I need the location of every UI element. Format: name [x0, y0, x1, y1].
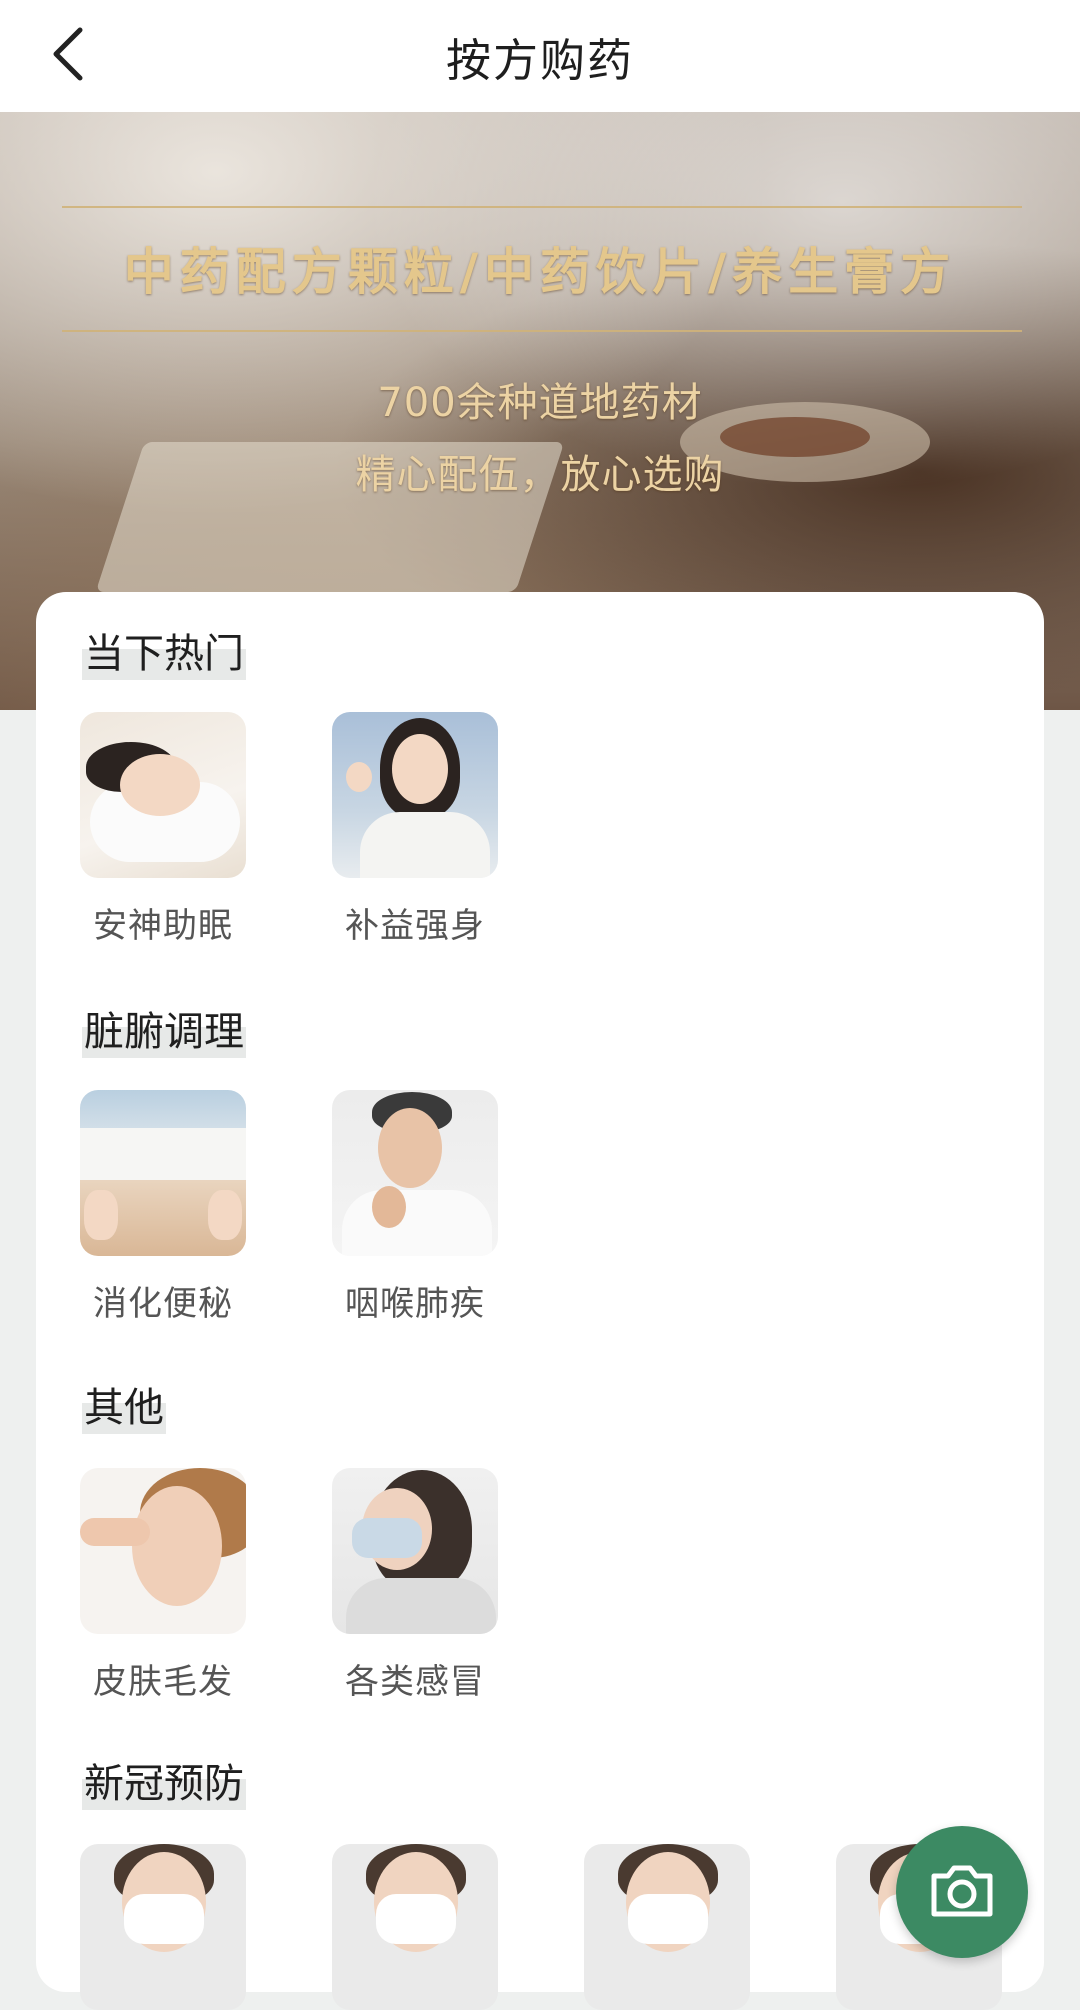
top-bar: 按方购药 [0, 0, 1080, 112]
section-title-organs: 脏腑调理 [82, 1006, 246, 1058]
item-label: 皮肤毛发 [93, 1662, 233, 1702]
page-title: 按方购药 [445, 34, 634, 87]
item-label: 咽喉肺疾 [345, 1284, 485, 1324]
cold-thumbnail [332, 1468, 498, 1634]
item-label: 安神助眠 [93, 906, 233, 946]
category-card: 当下热门 安神助眠 补益强身 脏腑调理 消化便秘 咽喉肺疾 其他 皮肤毛发 各类… [36, 592, 1044, 2010]
camera-icon [931, 1865, 993, 1917]
banner-divider-bottom [62, 330, 1022, 332]
skin-hair-thumbnail [80, 1468, 246, 1634]
category-item-cold[interactable]: 各类感冒 [330, 1468, 500, 1703]
category-item-tonic[interactable]: 补益强身 [330, 712, 500, 947]
category-item-covid-1[interactable] [78, 1844, 248, 2010]
category-item-digestion[interactable]: 消化便秘 [78, 1090, 248, 1325]
section-title-other: 其他 [82, 1382, 166, 1434]
category-item-covid-3[interactable] [582, 1844, 752, 2010]
sleep-thumbnail [80, 712, 246, 878]
banner-line-2: 精心配伍，放心选购 [355, 452, 725, 498]
tonic-thumbnail [332, 712, 498, 878]
banner-line-1: 700余种道地药材 [377, 380, 703, 426]
section-title-hot: 当下热门 [82, 628, 246, 680]
category-item-skin-hair[interactable]: 皮肤毛发 [78, 1468, 248, 1703]
banner-divider-top [62, 206, 1022, 208]
category-item-sleep[interactable]: 安神助眠 [78, 712, 248, 947]
category-item-throat[interactable]: 咽喉肺疾 [330, 1090, 500, 1325]
mask-thumbnail [80, 1844, 246, 2010]
item-label: 各类感冒 [345, 1662, 485, 1702]
mask-thumbnail [332, 1844, 498, 2010]
section-title-covid: 新冠预防 [82, 1758, 246, 1810]
mask-thumbnail [584, 1844, 750, 2010]
category-item-covid-2[interactable] [330, 1844, 500, 2010]
throat-thumbnail [332, 1090, 498, 1256]
digestion-thumbnail [80, 1090, 246, 1256]
camera-button[interactable] [896, 1826, 1028, 1958]
banner-headline: 中药配方颗粒/中药饮片/养生膏方 [123, 242, 957, 301]
item-label: 消化便秘 [93, 1284, 233, 1324]
item-label: 补益强身 [345, 906, 485, 946]
